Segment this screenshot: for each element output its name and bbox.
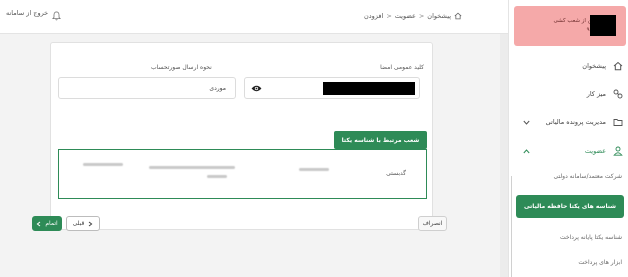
invoice-method-label: نحوه ارسال صورتحساب [151,64,212,71]
finish-button[interactable]: اتمام [32,216,62,231]
sidebar-item-tax-file[interactable]: مدیریت پرونده مالیاتی [509,111,628,133]
breadcrumb: پیشخوان > عضویت > افزودن [364,12,462,20]
invoice-method-value: موردی [209,85,226,92]
chevron-right-icon [89,221,93,226]
bell-icon[interactable] [52,11,61,21]
sidebar: میهن از شعب کشی پایه ۹ پیشخوان میز کار م… [508,0,628,277]
sidebar-item-workspace[interactable]: میز کار [509,83,628,105]
breadcrumb-item-membership[interactable]: عضویت [395,12,416,20]
blurred-text [149,166,235,169]
branch-name: گدبستی [386,170,406,177]
submenu-item-payment-terminal[interactable]: شناسه یکتا پایانه پرداخت [560,234,622,241]
scrollbar[interactable] [500,34,508,277]
folder-icon [613,119,623,126]
sidebar-item-label: میز کار [586,90,606,98]
breadcrumb-separator: > [418,12,425,20]
blurred-text [299,168,329,171]
branches-header: شعب مرتبط با شناسه یکتا [334,131,427,149]
top-bar: خروج از سامانه پیشخوان > عضویت > افزودن [0,0,508,34]
public-key-field[interactable] [244,77,420,99]
submenu-line [511,176,512,277]
chevron-up-icon [523,148,530,153]
home-icon[interactable] [454,12,462,20]
breadcrumb-item-add: افزودن [364,12,384,20]
breadcrumb-separator: > [386,12,392,20]
chevron-down-icon [523,120,530,125]
sidebar-item-label: عضویت [584,147,606,155]
previous-button-label: قبلی [72,220,85,227]
chevron-left-icon [36,221,41,226]
home-icon [613,61,623,71]
blurred-text [207,175,227,178]
submenu-item-tax-memory-ids[interactable]: شناسه های یکتا حافظه مالیاتی [516,195,624,218]
invoice-method-select[interactable]: موردی [58,77,236,99]
public-key-label: کلید عمومی امضا [380,64,424,71]
previous-button[interactable]: قبلی [66,216,100,231]
sidebar-item-membership[interactable]: عضویت [509,140,628,162]
blurred-text [83,163,123,166]
submenu-item-payment-tools[interactable]: ابزار های پرداخت [578,259,622,266]
finish-button-label: اتمام [45,220,58,227]
sidebar-item-label: پیشخوان [582,62,606,70]
breadcrumb-item-dashboard[interactable]: پیشخوان [427,12,451,20]
main-content: کلید عمومی امضا نحوه ارسال صورتحساب مورد… [0,34,508,277]
user-icon [613,146,623,156]
eye-icon[interactable] [251,84,262,93]
cancel-button-label: انصراف [422,220,443,227]
cancel-button[interactable]: انصراف [418,216,447,231]
branches-panel: گدبستی [58,149,427,199]
redacted-user [590,15,616,36]
form-card: کلید عمومی امضا نحوه ارسال صورتحساب مورد… [50,42,433,230]
workspace-icon [613,89,623,99]
sidebar-item-label: مدیریت پرونده مالیاتی [545,118,606,126]
sidebar-item-dashboard[interactable]: پیشخوان [509,55,628,77]
logout-link[interactable]: خروج از سامانه [6,9,48,17]
user-info-box: میهن از شعب کشی پایه ۹ [514,6,626,46]
redacted-key [323,82,415,95]
submenu-item-trusted-company[interactable]: شرکت معتمد/سامانه دولتی [518,172,622,181]
